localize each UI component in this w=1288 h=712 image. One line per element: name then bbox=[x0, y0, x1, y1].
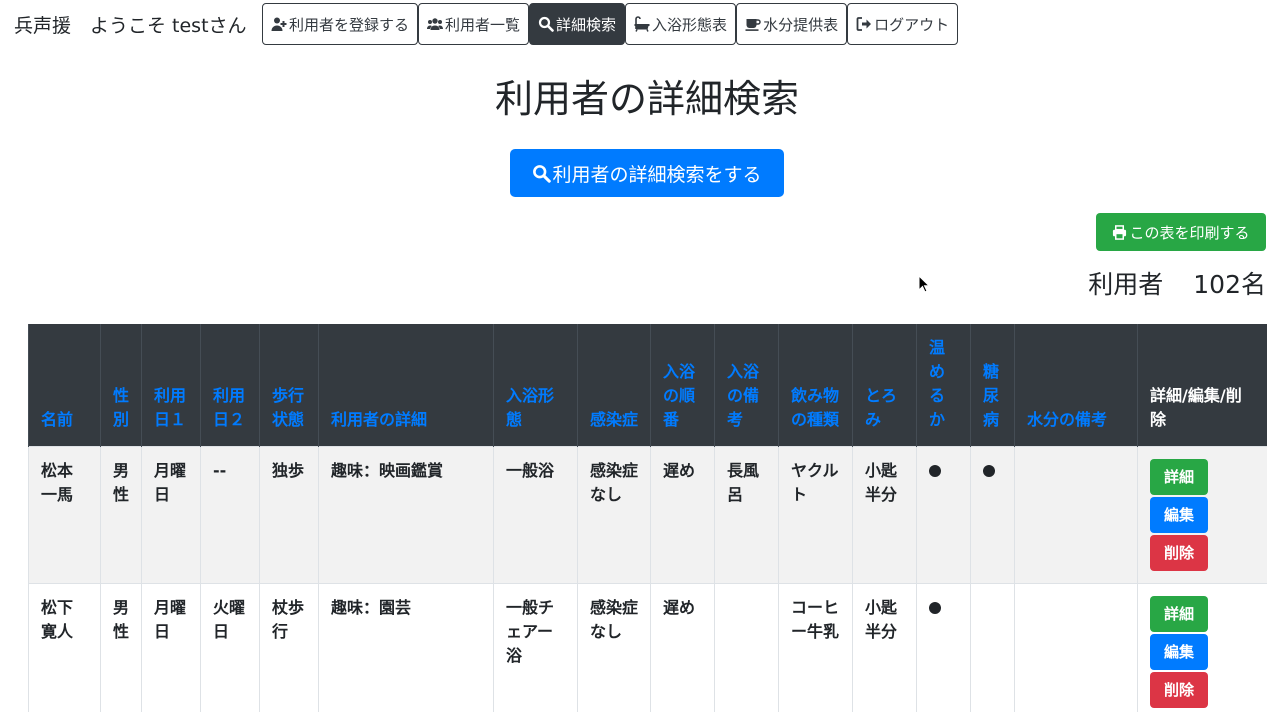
delete-button[interactable]: 削除 bbox=[1150, 672, 1208, 708]
edit-button[interactable]: 編集 bbox=[1150, 497, 1208, 533]
header-gender[interactable]: 性別 bbox=[100, 324, 142, 447]
nav-bath-table-label: 入浴形態表 bbox=[652, 15, 728, 34]
header-walk[interactable]: 歩行状態 bbox=[259, 324, 319, 447]
cell-walk: 独歩 bbox=[259, 446, 319, 584]
cell-infection: 感染症なし bbox=[577, 583, 651, 712]
cell-drink: ヤクルト bbox=[778, 446, 853, 584]
header-bath-order[interactable]: 入浴の順番 bbox=[650, 324, 715, 447]
cell-bath: 一般チェアー浴 bbox=[493, 583, 578, 712]
cell-warm bbox=[916, 446, 971, 584]
print-icon bbox=[1113, 224, 1127, 240]
header-day2[interactable]: 利用日２ bbox=[200, 324, 260, 447]
table-row: 松本一馬 男性 月曜日 -- 独歩 趣味：映画鑑賞 一般浴 感染症なし 遅め 長… bbox=[28, 446, 1267, 584]
cell-actions: 詳細 編集 削除 bbox=[1137, 446, 1267, 584]
user-count-value: 102名 bbox=[1193, 270, 1266, 299]
cell-gender: 男性 bbox=[100, 446, 142, 584]
sign-out-icon bbox=[856, 17, 872, 31]
search-icon bbox=[533, 164, 552, 183]
cell-diabetes bbox=[970, 583, 1015, 712]
header-bath[interactable]: 入浴形態 bbox=[493, 324, 578, 447]
header-warm[interactable]: 温めるか bbox=[916, 324, 971, 447]
user-count-label: 利用者 bbox=[1088, 270, 1164, 299]
cell-name: 松本一馬 bbox=[28, 446, 101, 584]
coffee-icon bbox=[745, 19, 761, 31]
edit-button[interactable]: 編集 bbox=[1150, 634, 1208, 670]
detail-search-label: 利用者の詳細検索をする bbox=[552, 163, 762, 186]
bath-icon bbox=[634, 16, 650, 32]
cell-warm bbox=[916, 583, 971, 712]
nav-water-table-label: 水分提供表 bbox=[763, 15, 839, 34]
cell-diabetes bbox=[970, 446, 1015, 584]
cell-detail: 趣味：園芸 bbox=[318, 583, 494, 712]
header-detail[interactable]: 利用者の詳細 bbox=[318, 324, 494, 447]
header-water-note[interactable]: 水分の備考 bbox=[1014, 324, 1138, 447]
header-infection[interactable]: 感染症 bbox=[577, 324, 651, 447]
nav-register-user-button[interactable]: 利用者を登録する bbox=[262, 3, 419, 45]
cell-gender: 男性 bbox=[100, 583, 142, 712]
cell-bath-order: 遅め bbox=[650, 446, 715, 584]
header-diabetes[interactable]: 糖尿病 bbox=[970, 324, 1015, 447]
cell-bath: 一般浴 bbox=[493, 446, 578, 584]
cell-day2: 火曜日 bbox=[200, 583, 260, 712]
diabetes-dot-icon bbox=[983, 465, 995, 477]
header-name[interactable]: 名前 bbox=[28, 324, 101, 447]
cell-day1: 月曜日 bbox=[141, 446, 201, 584]
cell-walk: 杖歩行 bbox=[259, 583, 319, 712]
nav-user-list-label: 利用者一覧 bbox=[445, 15, 521, 34]
cell-drink: コーヒー牛乳 bbox=[778, 583, 853, 712]
nav-bath-table-button[interactable]: 入浴形態表 bbox=[625, 3, 737, 45]
warm-dot-icon bbox=[929, 602, 941, 614]
cell-day2: -- bbox=[200, 446, 260, 584]
nav-detail-search-label: 詳細検索 bbox=[556, 15, 617, 34]
detail-button[interactable]: 詳細 bbox=[1150, 459, 1208, 495]
brand-greeting: 兵声援 ようこそ testさん bbox=[14, 14, 247, 37]
cell-infection: 感染症なし bbox=[577, 446, 651, 584]
user-count: 利用者 102名 bbox=[1088, 265, 1266, 301]
header-actions: 詳細/編集/削除 bbox=[1137, 324, 1267, 447]
user-plus-icon bbox=[271, 17, 287, 31]
users-icon bbox=[427, 18, 444, 30]
delete-button[interactable]: 削除 bbox=[1150, 535, 1208, 571]
cell-day1: 月曜日 bbox=[141, 583, 201, 712]
header-bath-note[interactable]: 入浴の備考 bbox=[714, 324, 779, 447]
warm-dot-icon bbox=[929, 465, 941, 477]
nav-logout-button[interactable]: ログアウト bbox=[847, 3, 959, 45]
mouse-cursor-icon bbox=[918, 275, 930, 293]
nav-register-user-label: 利用者を登録する bbox=[289, 15, 410, 34]
detail-button[interactable]: 詳細 bbox=[1150, 596, 1208, 632]
nav-detail-search-button[interactable]: 詳細検索 bbox=[529, 3, 626, 45]
header-day1[interactable]: 利用日１ bbox=[141, 324, 201, 447]
print-table-label: この表を印刷する bbox=[1129, 223, 1250, 242]
cell-bath-order: 遅め bbox=[650, 583, 715, 712]
cell-thickener: 小匙半分 bbox=[852, 583, 917, 712]
cell-thickener: 小匙半分 bbox=[852, 446, 917, 584]
cell-detail: 趣味：映画鑑賞 bbox=[318, 446, 494, 584]
nav-user-list-button[interactable]: 利用者一覧 bbox=[418, 3, 530, 45]
header-drink[interactable]: 飲み物の種類 bbox=[778, 324, 853, 447]
table-row: 松下寛人 男性 月曜日 火曜日 杖歩行 趣味：園芸 一般チェアー浴 感染症なし … bbox=[28, 583, 1267, 712]
cell-bath-note bbox=[714, 583, 779, 712]
print-table-button[interactable]: この表を印刷する bbox=[1096, 213, 1266, 251]
cell-bath-note: 長風呂 bbox=[714, 446, 779, 584]
nav-logout-label: ログアウト bbox=[874, 15, 950, 34]
cell-water-note bbox=[1014, 583, 1138, 712]
top-nav: 兵声援 ようこそ testさん 利用者を登録する 利用者一覧 詳細検索 入浴形態… bbox=[0, 3, 959, 45]
cell-name: 松下寛人 bbox=[28, 583, 101, 712]
cell-water-note bbox=[1014, 446, 1138, 584]
nav-water-table-button[interactable]: 水分提供表 bbox=[736, 3, 848, 45]
users-table: 名前 性別 利用日１ 利用日２ 歩行状態 利用者の詳細 入浴形態 感染症 入浴の… bbox=[28, 324, 1267, 712]
table-header-row: 名前 性別 利用日１ 利用日２ 歩行状態 利用者の詳細 入浴形態 感染症 入浴の… bbox=[28, 324, 1267, 447]
cell-actions: 詳細 編集 削除 bbox=[1137, 583, 1267, 712]
detail-search-button[interactable]: 利用者の詳細検索をする bbox=[510, 149, 784, 197]
search-icon bbox=[538, 16, 554, 32]
header-thickener[interactable]: とろみ bbox=[852, 324, 917, 447]
page-title: 利用者の詳細検索 bbox=[494, 77, 799, 121]
